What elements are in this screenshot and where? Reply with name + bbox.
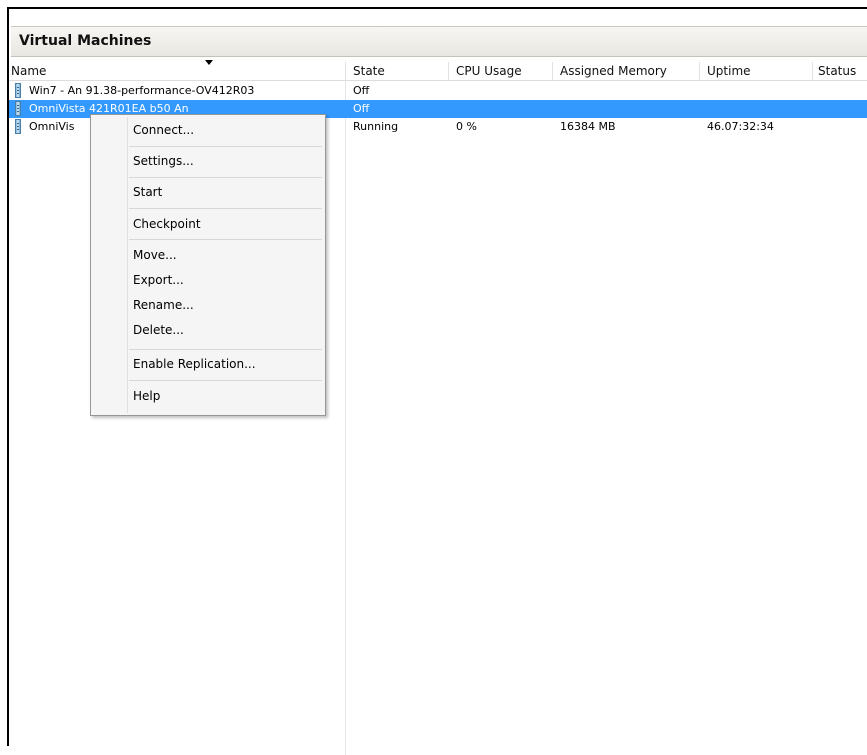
column-cpu-usage[interactable]: CPU Usage (456, 64, 522, 78)
vm-name: OmniVis (29, 120, 75, 133)
column-divider[interactable] (812, 62, 813, 80)
menu-item-enable-replication[interactable]: Enable Replication... (133, 357, 256, 371)
menu-item-move[interactable]: Move... (133, 248, 177, 262)
menu-item-rename[interactable]: Rename... (133, 298, 194, 312)
column-divider[interactable] (699, 62, 700, 80)
column-divider-line (345, 80, 346, 755)
menu-separator (129, 146, 322, 147)
column-uptime[interactable]: Uptime (707, 64, 751, 78)
vm-uptime: 46.07:32:34 (707, 120, 774, 133)
vm-cpu-usage: 0 % (456, 120, 477, 133)
vm-state: Off (353, 84, 370, 97)
column-status[interactable]: Status (818, 64, 856, 78)
vm-state: Off (353, 102, 370, 115)
column-name[interactable]: Name (11, 64, 46, 78)
menu-item-settings[interactable]: Settings... (133, 154, 194, 168)
menu-item-export[interactable]: Export... (133, 273, 184, 287)
vm-assigned-memory: 16384 MB (560, 120, 616, 133)
virtual-machine-icon (15, 119, 21, 134)
panel-title: Virtual Machines (19, 33, 152, 49)
menu-item-connect[interactable]: Connect... (133, 123, 194, 137)
vm-row[interactable]: Win7 - An 91.38-performance-OV412R03 Off (9, 82, 867, 100)
column-state[interactable]: State (353, 64, 385, 78)
panel-header: Virtual Machines (11, 26, 867, 57)
virtual-machine-icon (15, 101, 21, 116)
column-divider[interactable] (345, 62, 346, 80)
sort-descending-icon (205, 60, 213, 65)
menu-separator (129, 239, 322, 240)
vm-name: Win7 - An 91.38-performance-OV412R03 (29, 84, 255, 97)
column-header-row: Name State CPU Usage Assigned Memory Upt… (9, 60, 867, 81)
column-divider[interactable] (552, 62, 553, 80)
menu-separator (129, 208, 322, 209)
menu-icon-gutter (127, 117, 128, 413)
vm-state: Running (353, 120, 399, 133)
menu-separator (129, 349, 322, 350)
menu-item-help[interactable]: Help (133, 389, 160, 403)
context-menu: Connect... Settings... Start Checkpoint … (90, 114, 326, 416)
menu-item-start[interactable]: Start (133, 185, 162, 199)
column-assigned-memory[interactable]: Assigned Memory (560, 64, 667, 78)
column-divider[interactable] (448, 62, 449, 80)
menu-separator (129, 380, 322, 381)
virtual-machine-icon (15, 83, 21, 98)
menu-separator (129, 177, 322, 178)
menu-item-checkpoint[interactable]: Checkpoint (133, 217, 201, 231)
menu-item-delete[interactable]: Delete... (133, 323, 184, 337)
